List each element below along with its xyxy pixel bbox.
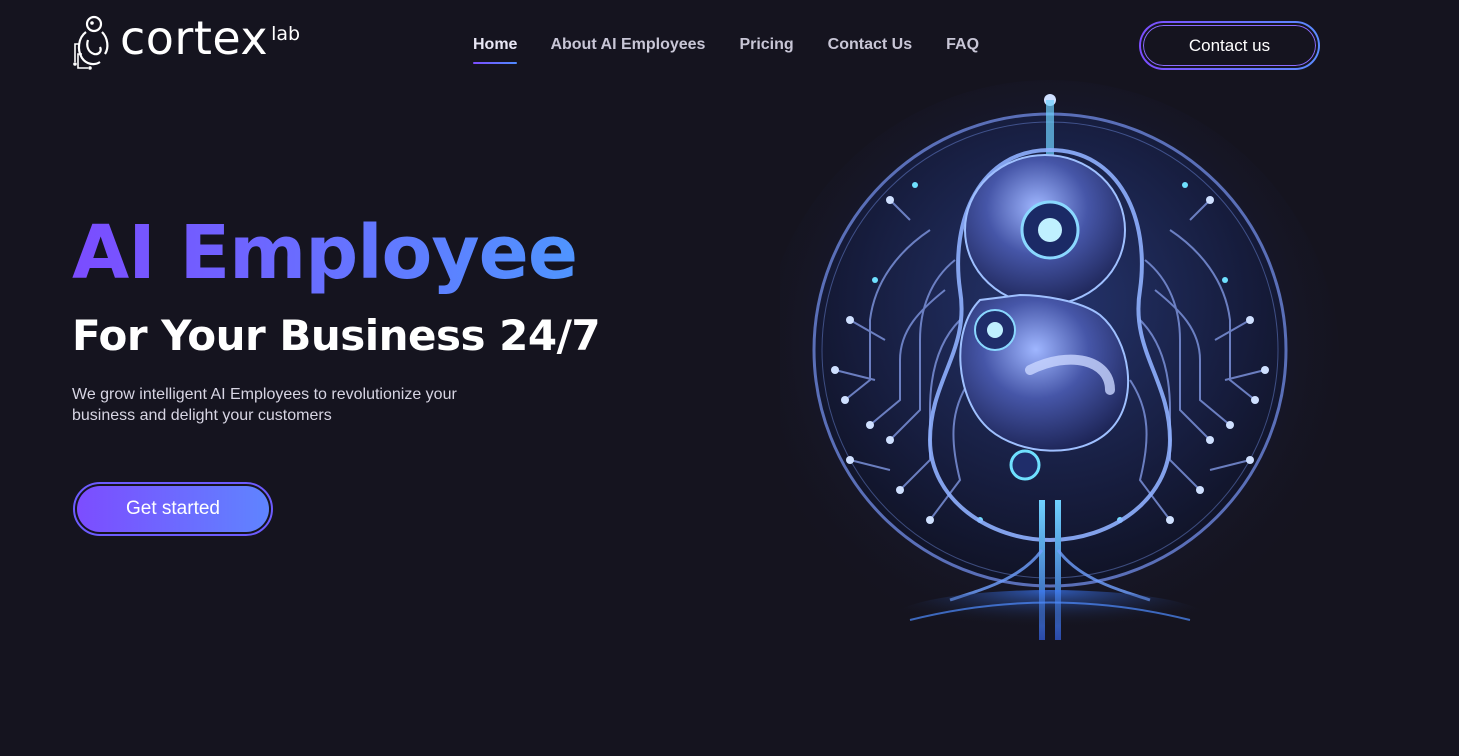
nav-home[interactable]: Home — [473, 36, 518, 64]
landing-page: cortex lab Home About AI Employees Prici… — [0, 0, 1459, 756]
embryo-circuit-icon — [73, 15, 109, 70]
nav-faq[interactable]: FAQ — [946, 36, 979, 64]
contact-us-button[interactable]: Contact us — [1139, 21, 1320, 70]
contact-us-button-label: Contact us — [1141, 23, 1318, 68]
hero-title: AI Employee — [72, 210, 578, 296]
brand-suffix: lab — [271, 23, 301, 45]
get-started-button-label: Get started — [77, 486, 269, 532]
nav-about-ai-employees[interactable]: About AI Employees — [550, 36, 705, 64]
robot-embryo-circuit-tree-illustration — [780, 80, 1340, 660]
brand-name: cortex — [120, 11, 269, 65]
get-started-button[interactable]: Get started — [73, 482, 273, 536]
hero-subtitle: For Your Business 24/7 — [72, 311, 601, 360]
brand-logo[interactable]: cortex lab — [72, 11, 301, 74]
main-nav: Home About AI Employees Pricing Contact … — [473, 36, 979, 64]
nav-pricing[interactable]: Pricing — [739, 36, 793, 64]
nav-contact-us[interactable]: Contact Us — [828, 36, 912, 64]
hero-description: We grow intelligent AI Employees to revo… — [72, 386, 457, 424]
